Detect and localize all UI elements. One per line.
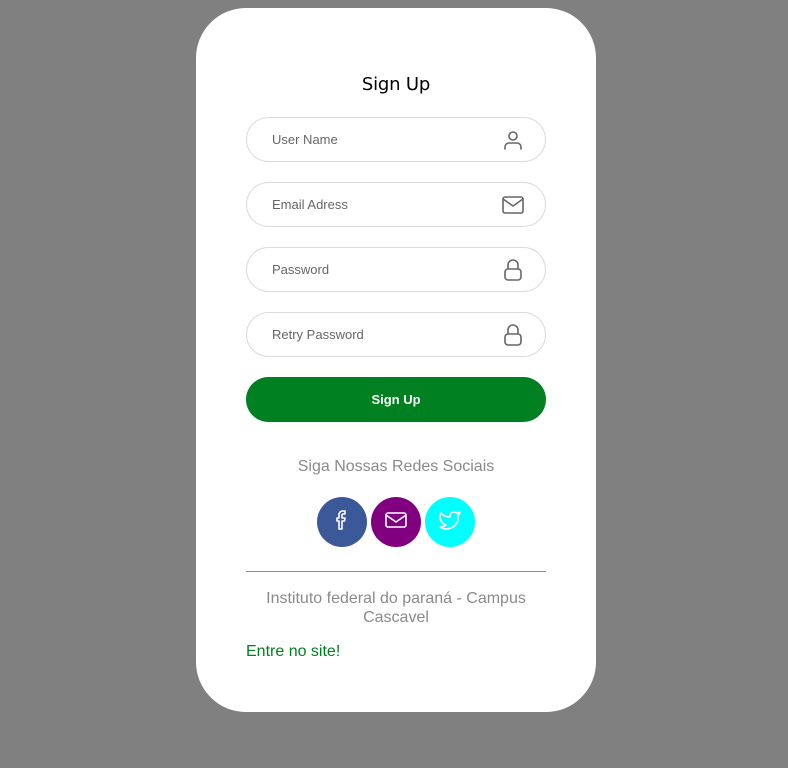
- page-title: Sign Up: [361, 74, 431, 95]
- mail-icon: [384, 508, 408, 537]
- site-link[interactable]: Entre no site!: [246, 643, 340, 661]
- user-icon: [501, 128, 525, 152]
- twitter-icon: [438, 508, 462, 537]
- username-field[interactable]: [246, 117, 546, 162]
- social-title: Siga Nossas Redes Sociais: [297, 458, 495, 475]
- username-input[interactable]: [272, 118, 492, 161]
- twitter-button[interactable]: [425, 497, 475, 547]
- signup-button[interactable]: Sign Up: [246, 377, 546, 422]
- password-input[interactable]: [272, 248, 492, 291]
- divider: [246, 571, 546, 572]
- facebook-button[interactable]: [317, 497, 367, 547]
- mail-button[interactable]: [371, 497, 421, 547]
- lock-icon: [501, 323, 525, 347]
- lock-icon: [501, 258, 525, 282]
- retry-password-field[interactable]: [246, 312, 546, 357]
- envelope-icon: [501, 193, 525, 217]
- email-field[interactable]: [246, 182, 546, 227]
- password-field[interactable]: [246, 247, 546, 292]
- retry-password-input[interactable]: [272, 313, 492, 356]
- institute-name: Instituto federal do paraná - Campus Cas…: [266, 590, 526, 626]
- facebook-icon: [330, 508, 354, 537]
- email-input[interactable]: [272, 183, 492, 226]
- social-links: [317, 497, 477, 547]
- signup-card: Sign Up User Name Email Adress Sign Up S…: [196, 8, 596, 712]
